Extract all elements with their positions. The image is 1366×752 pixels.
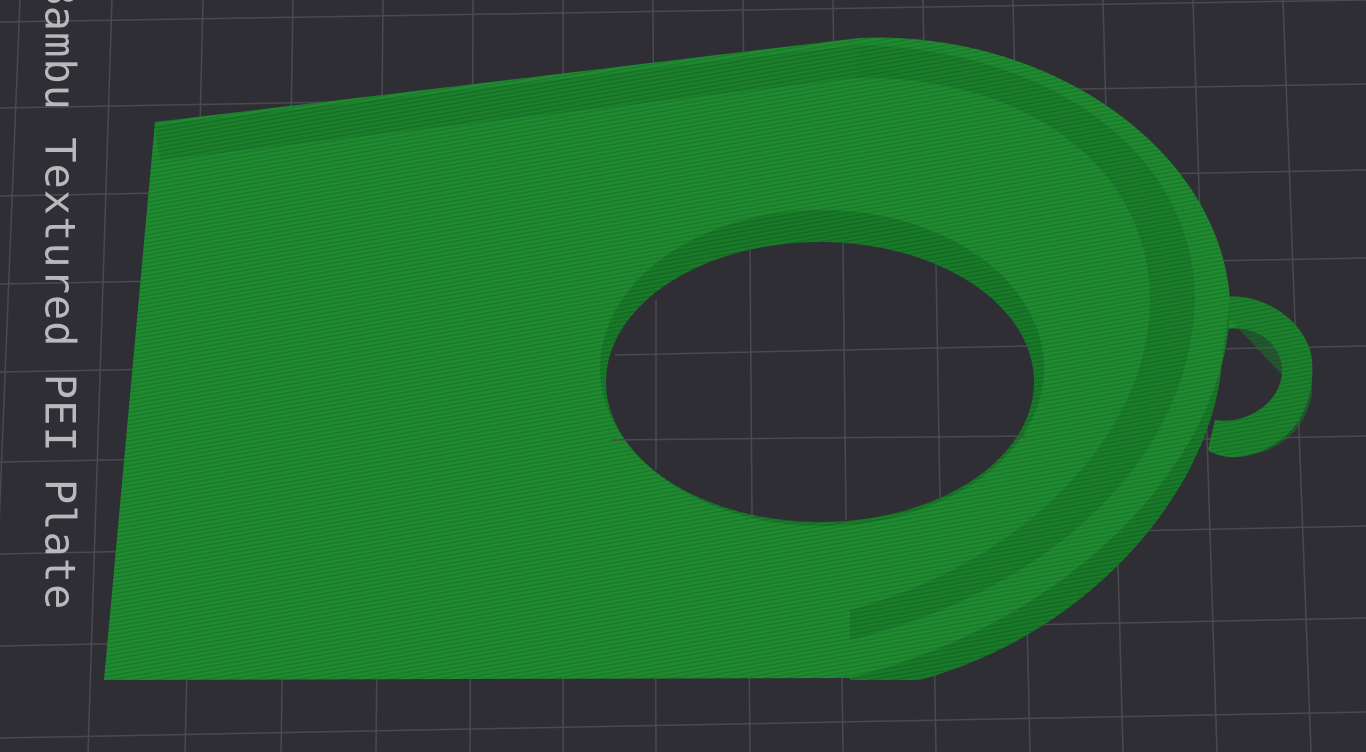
3d-viewport[interactable]: Bambu Textured PEI Plate [0,0,1366,752]
model-center-hole [606,242,1034,522]
scene-canvas[interactable] [0,0,1366,752]
sliced-model-preview[interactable] [104,37,1313,681]
bed-plate-label: Bambu Textured PEI Plate [35,0,85,611]
